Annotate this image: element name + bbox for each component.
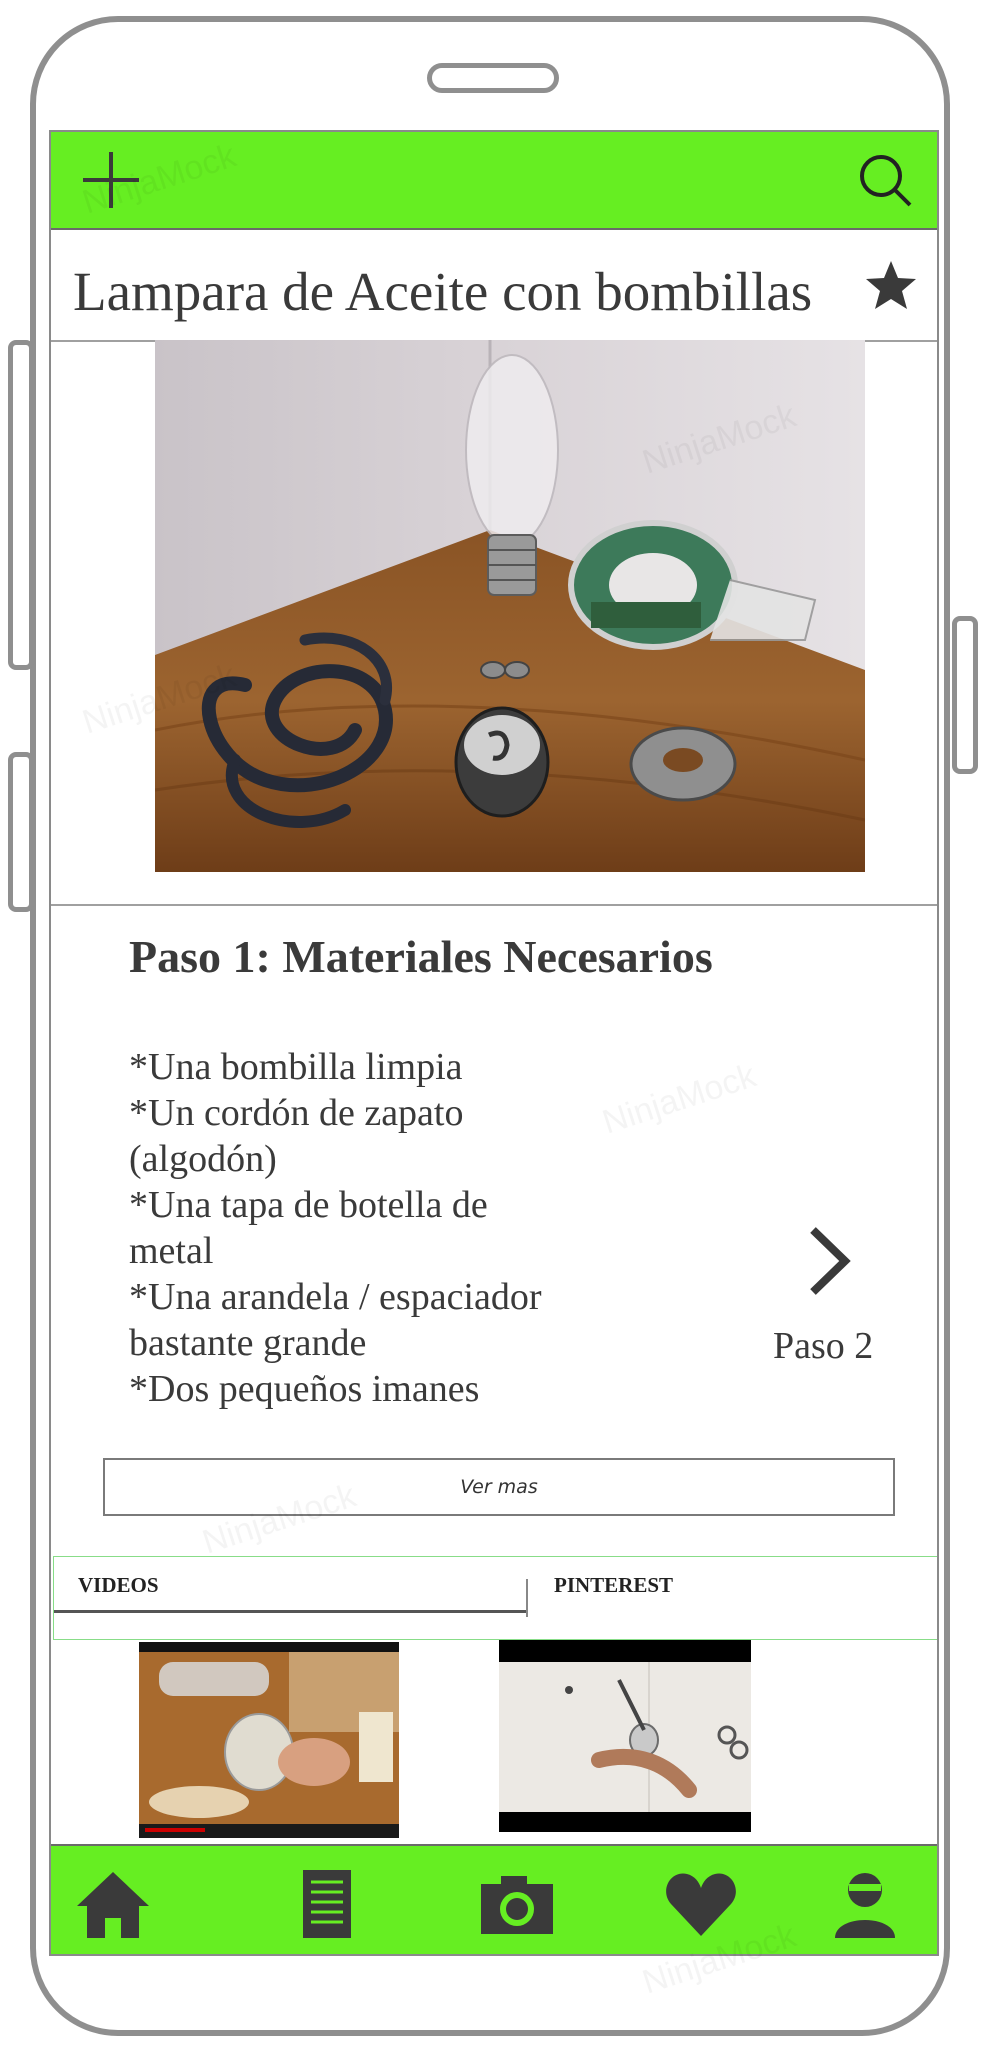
- top-app-bar: [51, 132, 937, 230]
- step-title: Paso 1: Materiales Necesarios: [129, 931, 713, 982]
- next-step-link[interactable]: Paso 2: [773, 1324, 873, 1368]
- materials-line: *Una arandela / espaciador: [129, 1276, 542, 1318]
- camera-icon[interactable]: [479, 1866, 555, 1942]
- search-icon[interactable]: [857, 152, 913, 208]
- pinterest-thumbnail[interactable]: [499, 1640, 751, 1832]
- phone-side-button-left-upper: [8, 340, 34, 670]
- heart-icon[interactable]: [663, 1866, 739, 1942]
- phone-side-button-left-lower: [8, 752, 34, 912]
- article-title: Lampara de Aceite con bombillas: [73, 261, 813, 322]
- tab-videos[interactable]: VIDEOS: [54, 1557, 526, 1613]
- materials-line: bastante grande: [129, 1322, 367, 1364]
- materials-line: *Una bombilla limpia: [129, 1046, 463, 1088]
- materials-line: metal: [129, 1230, 214, 1272]
- video-thumbnail[interactable]: [139, 1642, 399, 1838]
- section-divider: [51, 904, 937, 906]
- user-icon[interactable]: [827, 1866, 903, 1942]
- media-tabs: VIDEOS PINTEREST: [53, 1556, 937, 1640]
- materials-line: (algodón): [129, 1138, 277, 1180]
- list-icon[interactable]: [289, 1866, 365, 1942]
- phone-speaker: [427, 63, 559, 93]
- materials-line: *Una tapa de botella de: [129, 1184, 488, 1226]
- tab-separator: [526, 1579, 528, 1617]
- bottom-nav-bar: [51, 1844, 937, 1954]
- materials-list: *Una bombilla limpia *Un cordón de zapat…: [129, 1044, 629, 1412]
- chevron-right-icon[interactable]: [805, 1224, 855, 1298]
- materials-line: *Dos pequeños imanes: [129, 1368, 480, 1410]
- article-image: [155, 340, 865, 872]
- app-screen: Lampara de Aceite con bombillas Paso 1: …: [49, 130, 939, 1956]
- star-icon[interactable]: [863, 258, 919, 314]
- plus-icon[interactable]: [81, 150, 141, 210]
- home-icon[interactable]: [75, 1866, 151, 1942]
- phone-side-button-right: [952, 616, 978, 774]
- see-more-button[interactable]: Ver mas: [103, 1458, 895, 1516]
- article-header: Lampara de Aceite con bombillas: [51, 230, 937, 342]
- tab-pinterest[interactable]: PINTEREST: [554, 1557, 673, 1613]
- materials-line: *Un cordón de zapato: [129, 1092, 464, 1134]
